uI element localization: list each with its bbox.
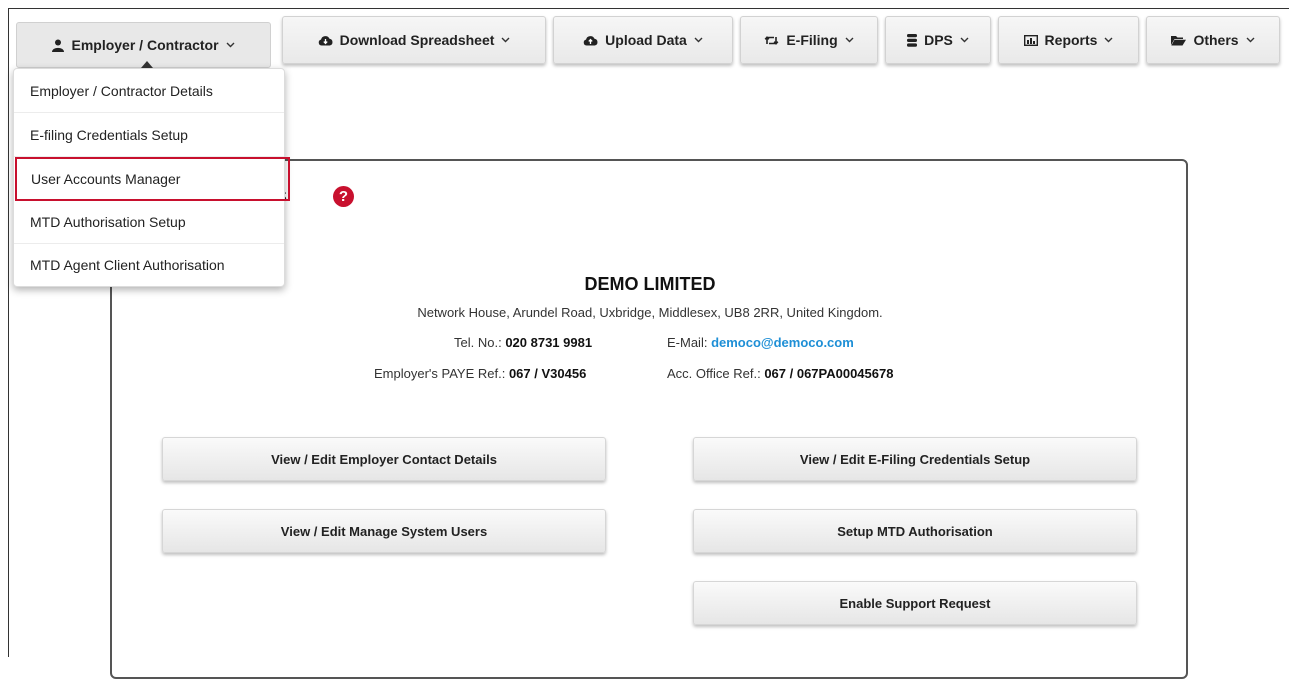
chevron-down-icon	[1104, 37, 1113, 43]
enable-support-request-button[interactable]: Enable Support Request	[693, 581, 1137, 625]
view-edit-system-users-button[interactable]: View / Edit Manage System Users	[162, 509, 606, 553]
cloud-upload-icon	[583, 35, 598, 46]
caret-up-icon	[141, 61, 153, 68]
email-label: E-Mail:	[667, 335, 708, 350]
nav-label: Upload Data	[605, 32, 687, 48]
chevron-down-icon	[960, 37, 969, 43]
setup-mtd-authorisation-button[interactable]: Setup MTD Authorisation	[693, 509, 1137, 553]
nav-label: Reports	[1044, 32, 1098, 48]
menu-item-user-accounts-manager[interactable]: User Accounts Manager	[15, 157, 290, 201]
tel-row: Tel. No.: 020 8731 9981	[454, 335, 592, 350]
help-icon[interactable]: ?	[333, 186, 354, 207]
nav-label: Others	[1193, 32, 1239, 48]
user-icon	[52, 39, 65, 52]
nav-others[interactable]: Others	[1146, 16, 1280, 64]
nav-reports[interactable]: Reports	[998, 16, 1139, 64]
chevron-down-icon	[1246, 37, 1255, 43]
tel-label: Tel. No.:	[454, 335, 502, 350]
paye-label: Employer's PAYE Ref.:	[374, 366, 506, 381]
view-edit-contact-details-button[interactable]: View / Edit Employer Contact Details	[162, 437, 606, 481]
acc-office-value: 067 / 067PA00045678	[764, 366, 894, 381]
nav-dps[interactable]: DPS	[885, 16, 991, 64]
retweet-icon	[764, 35, 779, 46]
employer-contractor-dropdown: Employer / Contractor Details E-filing C…	[13, 68, 290, 287]
nav-upload-data[interactable]: Upload Data	[553, 16, 733, 64]
chevron-down-icon	[226, 42, 235, 48]
cloud-download-icon	[318, 35, 333, 46]
acc-office-row: Acc. Office Ref.: 067 / 067PA00045678	[667, 366, 893, 381]
chart-icon	[1023, 34, 1038, 46]
view-edit-efiling-credentials-button[interactable]: View / Edit E-Filing Credentials Setup	[693, 437, 1137, 481]
menu-item-mtd-agent-client[interactable]: MTD Agent Client Authorisation	[14, 243, 284, 287]
chevron-down-icon	[501, 37, 510, 43]
menu-item-efiling-credentials[interactable]: E-filing Credentials Setup	[14, 113, 284, 157]
nav-label: Download Spreadsheet	[339, 32, 495, 48]
menu-item-mtd-authorisation[interactable]: MTD Authorisation Setup	[14, 200, 284, 244]
nav-label: E-Filing	[786, 32, 838, 48]
chevron-down-icon	[694, 37, 703, 43]
company-address: Network House, Arundel Road, Uxbridge, M…	[417, 305, 883, 320]
acc-office-label: Acc. Office Ref.:	[667, 366, 761, 381]
paye-row: Employer's PAYE Ref.: 067 / V30456	[374, 366, 586, 381]
nav-label: Employer / Contractor	[71, 37, 219, 53]
nav-label: DPS	[924, 32, 953, 48]
chevron-down-icon	[845, 37, 854, 43]
menu-item-employer-details[interactable]: Employer / Contractor Details	[14, 69, 284, 113]
nav-download-spreadsheet[interactable]: Download Spreadsheet	[282, 16, 546, 64]
database-icon	[907, 33, 918, 47]
email-link[interactable]: democo@democo.com	[711, 335, 854, 350]
nav-e-filing[interactable]: E-Filing	[740, 16, 878, 64]
paye-value: 067 / V30456	[508, 366, 587, 381]
email-row: E-Mail: democo@democo.com	[667, 335, 854, 350]
tel-value: 020 8731 9981	[505, 335, 593, 350]
folder-open-icon	[1171, 35, 1187, 46]
